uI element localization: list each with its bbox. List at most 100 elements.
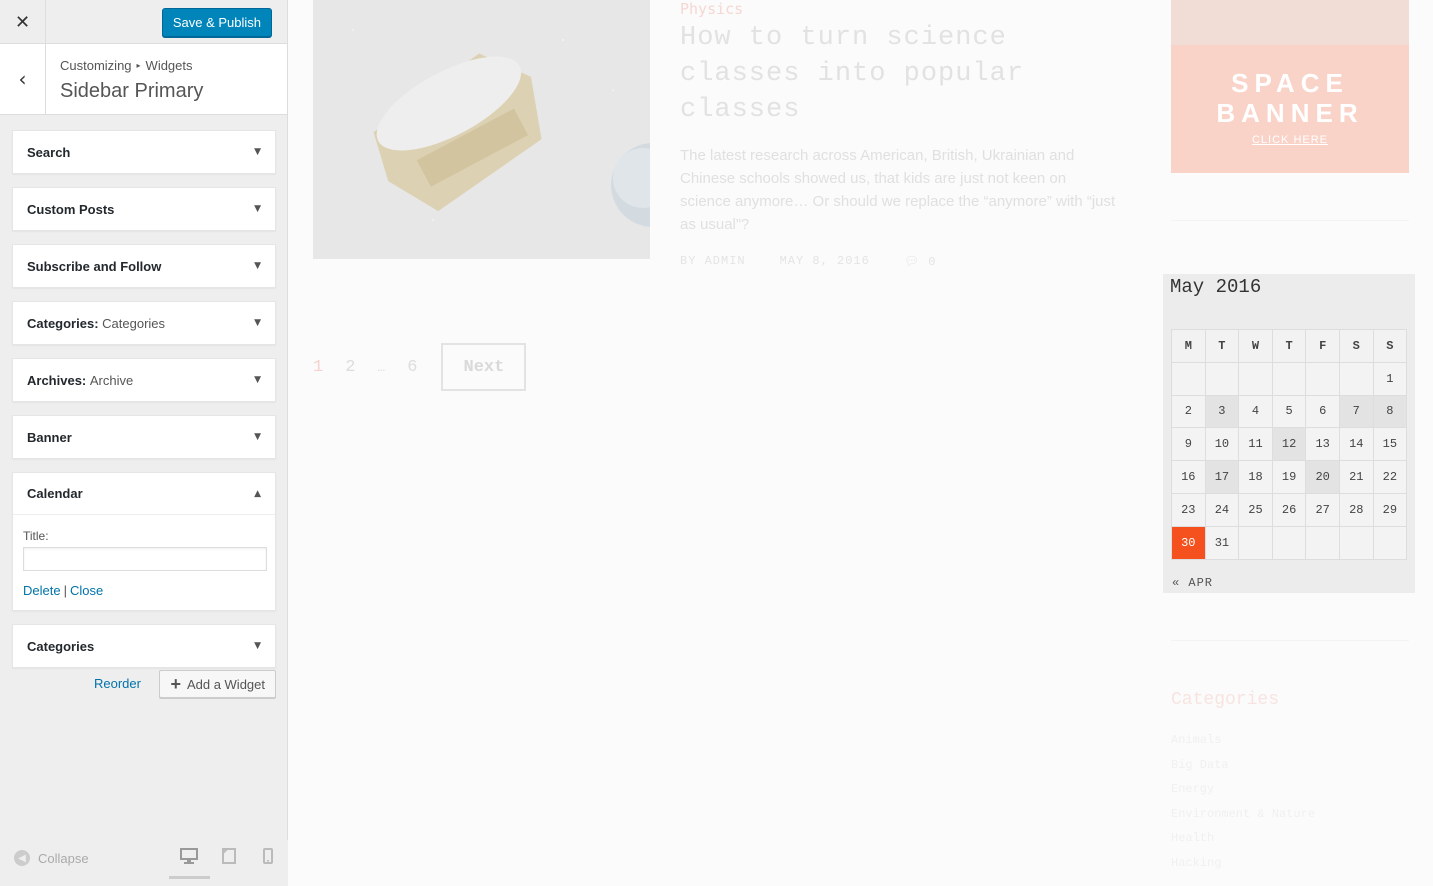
- widget-header[interactable]: Categories ▼: [13, 625, 275, 667]
- widget-custom-posts[interactable]: Custom Posts ▼: [12, 187, 276, 231]
- post-comments[interactable]: 💬︎ 0: [904, 254, 937, 269]
- banner-line2: BANNER: [1216, 98, 1364, 128]
- widget-header[interactable]: Custom Posts ▼: [13, 188, 275, 230]
- widget-banner[interactable]: Banner ▼: [12, 415, 276, 459]
- calendar-day-link[interactable]: 7: [1338, 394, 1374, 429]
- category-link[interactable]: Hacking: [1171, 851, 1411, 876]
- widget-header[interactable]: Subscribe and Follow ▼: [13, 245, 275, 287]
- widget-header[interactable]: Archives: Archive ▼: [13, 359, 275, 401]
- active-device-indicator: [169, 876, 210, 879]
- close-link[interactable]: Close: [70, 583, 103, 598]
- desktop-preview-icon[interactable]: [179, 848, 199, 866]
- widget-categories-2[interactable]: Categories ▼: [12, 624, 276, 668]
- widget-subscribe-follow[interactable]: Subscribe and Follow ▼: [12, 244, 276, 288]
- calendar-caption: May 2016: [1170, 276, 1262, 298]
- title-input[interactable]: [23, 547, 267, 571]
- calendar-day: 31: [1204, 525, 1240, 560]
- post-author[interactable]: BY ADMIN: [680, 254, 746, 269]
- category-link[interactable]: Health: [1171, 826, 1411, 851]
- post-title[interactable]: How to turn science classes into popular…: [680, 20, 1120, 128]
- post-category[interactable]: Physics: [680, 0, 743, 18]
- category-link[interactable]: Environment & Nature: [1171, 802, 1411, 827]
- calendar-day-link[interactable]: 20: [1305, 460, 1340, 494]
- widget-archives[interactable]: Archives: Archive ▼: [12, 358, 276, 402]
- page-number[interactable]: 2: [345, 358, 355, 377]
- calendar-day: 1: [1372, 361, 1408, 396]
- categories-widget-title: Categories: [1171, 690, 1280, 710]
- weekday-header: M: [1171, 329, 1206, 363]
- expand-arrow-icon[interactable]: ▼: [254, 147, 261, 157]
- tablet-preview-icon[interactable]: [219, 848, 239, 866]
- customizer-header: ✕ Save & Publish: [0, 0, 287, 44]
- widget-form: Title: Delete | Close: [13, 515, 275, 610]
- calendar-day: 19: [1271, 460, 1307, 494]
- delete-link[interactable]: Delete: [23, 583, 61, 598]
- calendar-empty-cell: [1338, 361, 1374, 396]
- calendar-widget: May 2016 MTWTFSS 1 2 3 4 5 6 7 8 9 10 11 12 13 14 15 16…: [1163, 274, 1415, 593]
- widget-header[interactable]: Calendar ▲: [13, 473, 275, 515]
- categories-list: Animals Big Data Energy Environment & Na…: [1171, 728, 1411, 875]
- plus-icon: +: [170, 673, 181, 694]
- widget-header[interactable]: Banner ▼: [13, 416, 275, 458]
- calendar-day-link[interactable]: 12: [1271, 427, 1307, 462]
- pagination: 1 2 … 6 Next: [313, 343, 527, 391]
- close-icon[interactable]: ✕: [0, 0, 46, 44]
- post-meta: BY ADMIN MAY 8, 2016 💬︎ 0: [680, 254, 936, 269]
- divider: [1171, 640, 1409, 641]
- calendar-weekday-row: MTWTFSS: [1171, 329, 1408, 363]
- next-page-button[interactable]: Next: [441, 343, 527, 391]
- expand-arrow-icon[interactable]: ▼: [254, 261, 261, 271]
- page-number[interactable]: 6: [407, 358, 417, 377]
- categories-widget: Categories Animals Big Data Energy Envir…: [1171, 690, 1411, 875]
- expand-arrow-icon[interactable]: ▼: [254, 375, 261, 385]
- save-publish-button[interactable]: Save & Publish: [161, 8, 272, 37]
- calendar-day: 2: [1171, 394, 1206, 429]
- category-link[interactable]: Energy: [1171, 777, 1411, 802]
- calendar-day-link[interactable]: 17: [1204, 460, 1240, 494]
- category-link[interactable]: Animals: [1171, 728, 1411, 753]
- widget-categories[interactable]: Categories: Categories ▼: [12, 301, 276, 345]
- calendar-day-link[interactable]: 3: [1204, 394, 1240, 429]
- calendar-prev-month-link[interactable]: « APR: [1172, 576, 1213, 590]
- calendar-day-link[interactable]: 8: [1372, 394, 1408, 429]
- collapse-arrow-icon[interactable]: ▲: [254, 489, 261, 499]
- expand-arrow-icon[interactable]: ▼: [254, 318, 261, 328]
- add-widget-button[interactable]: + Add a Widget: [159, 670, 276, 698]
- widget-title: Calendar: [27, 486, 83, 501]
- mobile-preview-icon[interactable]: [258, 848, 278, 866]
- calendar-week-row: 2345678: [1171, 394, 1408, 429]
- expand-arrow-icon[interactable]: ▼: [254, 432, 261, 442]
- breadcrumb-parent: Widgets: [145, 58, 193, 73]
- title-label: Title:: [23, 529, 49, 543]
- comment-icon: 💬︎: [903, 255, 921, 269]
- calendar-body: 1 2 3 4 5 6 7 8 9 10 11 12 13 14 15 16 17 18 19 20 21 22 23 24 2…: [1171, 361, 1408, 560]
- back-arrow-icon[interactable]: ‹: [0, 44, 46, 114]
- breadcrumb-separator-icon: ▸: [136, 61, 141, 70]
- widget-calendar[interactable]: Calendar ▲ Title: Delete | Close: [12, 472, 276, 611]
- widget-title: Banner: [27, 429, 72, 445]
- calendar-day: 4: [1238, 394, 1273, 429]
- weekday-header: T: [1271, 329, 1307, 363]
- calendar-empty-cell: [1171, 361, 1206, 396]
- widget-header[interactable]: Categories: Categories ▼: [13, 302, 275, 344]
- calendar-day: 26: [1271, 492, 1307, 527]
- calendar-day: 16: [1171, 460, 1206, 494]
- calendar-week-row: 1: [1171, 361, 1408, 396]
- calendar-day: 15: [1372, 427, 1408, 462]
- expand-arrow-icon[interactable]: ▼: [254, 204, 261, 214]
- collapse-arrow-icon: ◀: [14, 850, 30, 866]
- calendar-empty-cell: [1372, 525, 1408, 560]
- expand-arrow-icon[interactable]: ▼: [254, 641, 261, 651]
- widget-header[interactable]: Search ▼: [13, 131, 275, 173]
- post-featured-image[interactable]: [313, 0, 650, 259]
- category-link[interactable]: Big Data: [1171, 753, 1411, 778]
- calendar-day: 28: [1338, 492, 1374, 527]
- actions-separator: |: [63, 583, 67, 598]
- collapse-button[interactable]: ◀ Collapse: [14, 850, 89, 866]
- calendar-week-row: 23 24 25 26 27 28 29: [1171, 492, 1408, 527]
- widget-search[interactable]: Search ▼: [12, 130, 276, 174]
- reorder-link[interactable]: Reorder: [94, 676, 141, 691]
- post-date: MAY 8, 2016: [779, 254, 870, 268]
- space-banner[interactable]: SPACE BANNER CLICK HERE: [1171, 0, 1409, 173]
- banner-cta-link[interactable]: CLICK HERE: [1171, 134, 1409, 146]
